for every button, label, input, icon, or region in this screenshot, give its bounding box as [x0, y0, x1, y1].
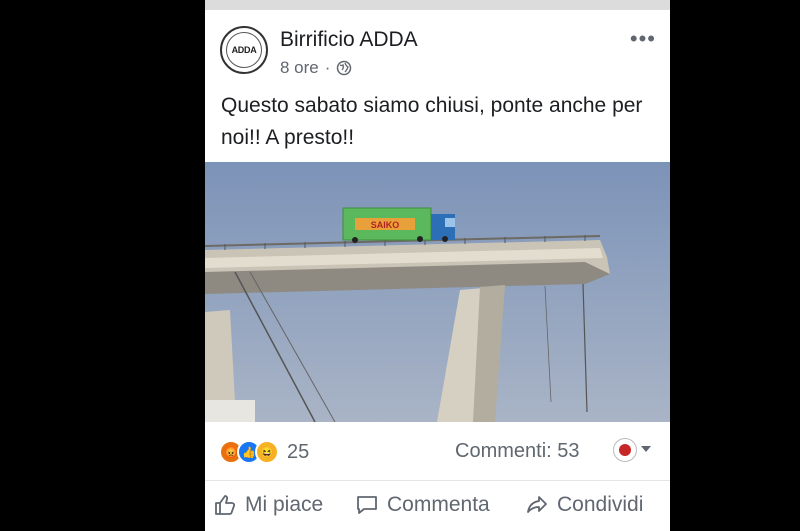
like-label: Mi piace [245, 493, 324, 516]
page-name-link[interactable]: Birrificio ADDA [280, 28, 418, 52]
share-icon [527, 496, 547, 513]
truck-brand-label: SAIKO [371, 220, 400, 230]
post-card: ADDA Birrificio ADDA 8 ore · ••• Questo … [205, 0, 670, 531]
post-photo[interactable]: SAIKO [205, 162, 670, 422]
page-avatar[interactable]: ADDA [220, 26, 268, 74]
haha-reaction-icon: 😆 [255, 440, 279, 464]
comment-icon [357, 496, 377, 514]
top-divider [205, 0, 670, 10]
globe-icon[interactable] [336, 60, 352, 76]
like-button[interactable]: Mi piace [213, 493, 323, 517]
post-meta: 8 ore · [280, 58, 352, 78]
comment-button[interactable]: Commenta [355, 493, 490, 517]
meta-separator: · [324, 58, 331, 77]
share-button[interactable]: Condividi [525, 493, 643, 517]
comments-count-link[interactable]: Commenti: 53 [455, 440, 580, 463]
more-options-button[interactable]: ••• [630, 26, 656, 52]
comment-label: Commenta [387, 493, 490, 516]
action-bar: Mi piace Commenta Condividi [205, 480, 670, 531]
share-label: Condividi [557, 493, 644, 516]
post-text: Questo sabato siamo chiusi, ponte anche … [221, 94, 643, 149]
reactions-summary[interactable]: 😡 👍 😆 25 [219, 440, 309, 464]
reaction-count: 25 [287, 440, 310, 463]
commenter-avatar[interactable] [613, 438, 637, 462]
post-time[interactable]: 8 ore [280, 58, 319, 78]
thumbs-up-icon [215, 495, 236, 515]
avatar-logo: ADDA [226, 32, 262, 68]
chevron-down-icon[interactable] [641, 446, 651, 452]
